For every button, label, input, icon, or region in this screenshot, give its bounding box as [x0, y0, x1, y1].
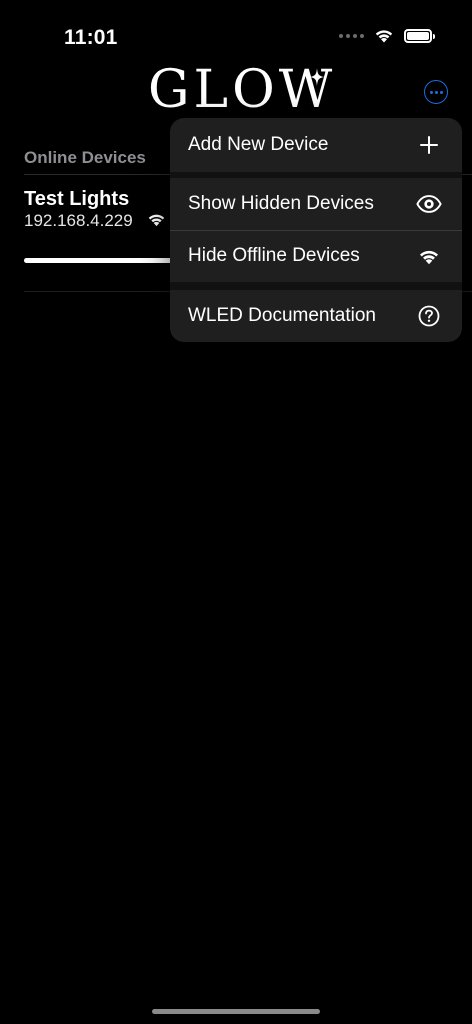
wifi-status-icon	[375, 30, 393, 43]
wifi-icon	[416, 243, 442, 269]
plus-icon	[416, 132, 442, 158]
status-time: 11:01	[64, 26, 118, 49]
more-options-button[interactable]	[424, 80, 448, 104]
menu-item-hide-offline-devices[interactable]: Hide Offline Devices	[170, 230, 462, 282]
home-indicator	[152, 1009, 320, 1014]
device-name[interactable]: Test Lights	[24, 188, 129, 211]
menu-item-label: Show Hidden Devices	[188, 193, 374, 214]
cellular-signal-icon	[339, 33, 364, 38]
menu-item-label: WLED Documentation	[188, 305, 376, 326]
app-logo: GLOW	[148, 60, 337, 120]
context-menu: Add New Device Show Hidden Devices Hide …	[170, 118, 462, 342]
eye-icon	[416, 191, 442, 217]
battery-icon	[404, 28, 435, 43]
question-circle-icon	[416, 303, 442, 329]
menu-item-wled-documentation[interactable]: WLED Documentation	[170, 290, 462, 342]
device-ip: 192.168.4.229	[24, 211, 133, 230]
menu-group-separator	[170, 282, 462, 290]
menu-item-show-hidden-devices[interactable]: Show Hidden Devices	[170, 178, 462, 230]
status-icons	[339, 28, 435, 43]
section-title-online-devices: Online Devices	[24, 148, 146, 167]
sparkle-icon	[310, 68, 324, 86]
menu-item-add-new-device[interactable]: Add New Device	[170, 118, 462, 172]
wifi-icon	[148, 214, 165, 227]
menu-item-label: Hide Offline Devices	[188, 245, 360, 266]
menu-item-label: Add New Device	[188, 134, 329, 155]
